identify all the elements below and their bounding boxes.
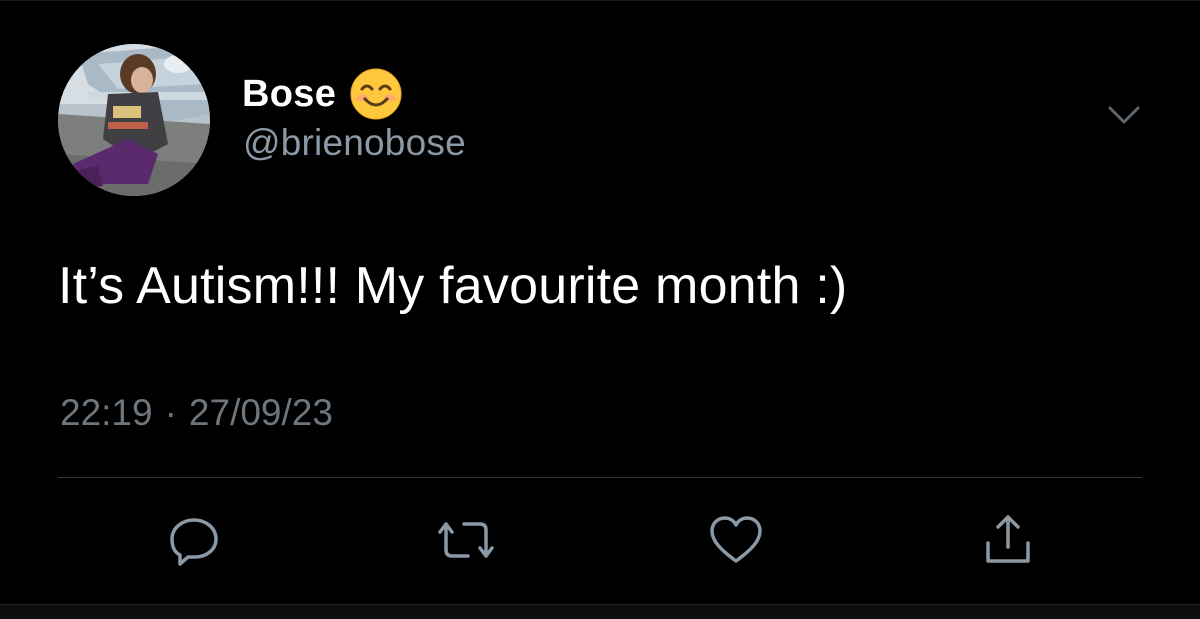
top-border <box>0 0 1200 1</box>
avatar[interactable] <box>58 44 210 196</box>
display-name-row: Bose <box>242 68 402 120</box>
bottom-strip <box>0 604 1200 619</box>
reply-button[interactable] <box>164 510 224 570</box>
share-button[interactable] <box>978 510 1038 570</box>
smiling-face-icon <box>350 68 402 120</box>
chevron-down-icon[interactable] <box>1104 100 1144 130</box>
heart-icon <box>710 516 762 563</box>
like-button[interactable] <box>706 510 766 570</box>
display-name[interactable]: Bose <box>242 73 336 116</box>
retweet-button[interactable] <box>436 510 496 570</box>
retweet-icon <box>438 522 494 558</box>
share-icon <box>986 515 1030 563</box>
timestamp-separator: · <box>164 392 177 433</box>
timestamp[interactable]: 22:19 · 27/09/23 <box>60 392 333 434</box>
divider <box>58 477 1142 478</box>
tweet-text: It’s Autism!!! My favourite month :) <box>58 257 848 315</box>
avatar-image <box>58 44 210 196</box>
tweet-date: 27/09/23 <box>188 392 333 433</box>
reply-icon <box>170 518 218 566</box>
user-handle[interactable]: @brienobose <box>243 122 466 164</box>
tweet-time: 22:19 <box>60 392 153 433</box>
